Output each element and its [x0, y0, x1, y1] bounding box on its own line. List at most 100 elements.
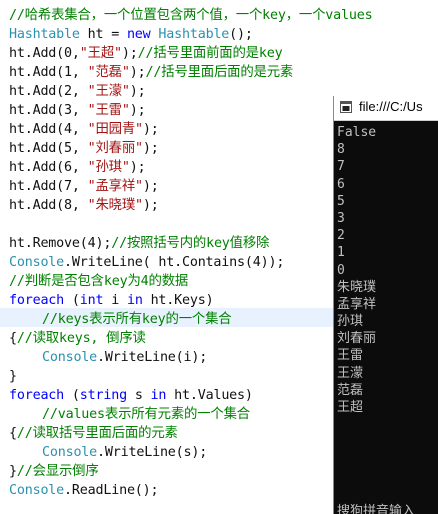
code-string: "王超"	[79, 46, 122, 61]
code-text: ();	[229, 27, 253, 42]
code-comment: //判断是否包含key为4的数据	[9, 274, 189, 289]
console-output-line: 8	[337, 142, 345, 158]
code-line-19: Console.WriteLine(i);	[42, 348, 207, 367]
code-text: ht.Add(2,	[9, 84, 88, 99]
code-string: "朱晓璞"	[87, 198, 143, 213]
ime-status-text: 搜狗拼音输入	[337, 503, 416, 514]
console-title-bar[interactable]: file:///C:/Us	[334, 96, 438, 121]
code-text: ht.Values)	[166, 388, 253, 403]
console-output-line: 王超	[337, 400, 364, 415]
code-line-4: ht.Add(1, "范磊");//括号里面后面的是元素	[9, 63, 293, 82]
code-keyword: in	[126, 293, 143, 308]
code-text: i	[103, 293, 127, 308]
code-line-2: Hashtable ht = new Hashtable();	[9, 25, 253, 44]
code-text: ht.Add(3,	[9, 103, 88, 118]
code-keyword: string	[79, 388, 127, 403]
code-comment: //keys表示所有key的一个集合	[42, 312, 232, 327]
code-line-3: ht.Add(0,"王超");//括号里面前面的是key	[9, 44, 283, 63]
code-text: );	[142, 141, 159, 156]
code-text: (	[64, 388, 80, 403]
code-string: "孟享祥"	[87, 179, 143, 194]
code-line-9: ht.Add(6, "孙琪");	[9, 158, 146, 177]
code-comment: //括号里面前面的是key	[137, 46, 283, 61]
console-output-line: 刘春丽	[337, 331, 377, 347]
code-text: ht.Add(1,	[9, 65, 88, 80]
code-type: Hashtable	[150, 27, 230, 42]
code-line-17: //keys表示所有key的一个集合	[42, 310, 232, 329]
code-type: Console	[9, 483, 65, 498]
code-comment: //按照括号内的key值移除	[111, 236, 270, 251]
code-string: "孙琪"	[87, 160, 130, 175]
code-text: );	[142, 198, 159, 213]
code-text: ht.Add(5,	[9, 141, 88, 156]
code-line-5: ht.Add(2, "王濛");	[9, 82, 146, 101]
code-text: .WriteLine( ht.Contains(4));	[64, 255, 285, 270]
code-text: }	[9, 464, 17, 479]
code-line-15: //判断是否包含key为4的数据	[9, 272, 188, 291]
code-line-22: //values表示所有元素的一个集合	[42, 405, 250, 424]
console-output-line: 王濛	[337, 365, 364, 381]
code-line-25: }//会显示倒序	[9, 462, 99, 481]
code-line-10: ht.Add(7, "孟享祥");	[9, 177, 159, 196]
code-text: }	[9, 369, 17, 384]
code-text: ht.Add(4,	[9, 122, 88, 137]
code-line-26: Console.ReadLine();	[9, 481, 159, 500]
code-comment: //读取keys, 倒序读	[16, 331, 146, 346]
code-text: ht.Keys)	[142, 293, 214, 308]
code-keyword: foreach	[9, 293, 65, 308]
code-line-6: ht.Add(3, "王雷");	[9, 101, 146, 120]
code-keyword: int	[79, 293, 104, 308]
code-line-7: ht.Add(4, "田园青");	[9, 120, 159, 139]
code-line-23: {//读取括号里面后面的元素	[9, 424, 178, 443]
code-comment: //values表示所有元素的一个集合	[42, 407, 250, 422]
console-title: file:///C:/Us	[359, 99, 423, 114]
console-window-icon	[340, 101, 352, 113]
code-text: .WriteLine(s);	[97, 445, 208, 460]
console-output-line: 7	[337, 159, 345, 175]
code-text: );	[142, 122, 159, 137]
code-text: ht.Remove(4);	[9, 236, 112, 251]
code-type: Console	[9, 255, 65, 270]
code-text: {	[9, 426, 17, 441]
code-comment: //会显示倒序	[16, 464, 99, 479]
code-keyword: foreach	[9, 388, 65, 403]
code-type: Console	[42, 350, 98, 365]
console-output-line: 孙琪	[337, 314, 364, 330]
code-comment: //读取括号里面后面的元素	[16, 426, 178, 441]
code-comment: //哈希表集合，一个位置包含两个值，一个key，一个values	[9, 8, 373, 23]
code-text: );	[129, 103, 146, 118]
console-window[interactable]: file:///C:/Us False 8 7 6 5 3 2 1 0 朱晓璞 孟享祥 孙琪 刘春丽 王雷…	[333, 96, 438, 514]
console-output-line: 5	[337, 193, 345, 209]
code-text: ht =	[79, 27, 127, 42]
console-output-line: 6	[337, 176, 345, 192]
code-line-21: foreach (string s in ht.Values)	[9, 386, 253, 405]
console-output: False 8 7 6 5 3 2 1 0 朱晓璞 孟享祥 孙琪 刘春丽 王雷 王濛 范磊 王超	[337, 124, 376, 416]
code-string: "王雷"	[87, 103, 130, 118]
code-text: );	[129, 160, 146, 175]
console-output-line: False	[337, 125, 377, 140]
code-type: Console	[42, 445, 98, 460]
console-output-line: 0	[337, 262, 345, 278]
code-keyword: new	[126, 27, 151, 42]
console-output-line: 2	[337, 228, 345, 244]
code-line-8: ht.Add(5, "刘春丽");	[9, 139, 159, 158]
code-string: "田园青"	[87, 122, 143, 137]
console-output-line: 王雷	[337, 348, 364, 364]
code-text: );	[121, 46, 138, 61]
console-output-line: 孟享祥	[337, 296, 377, 312]
code-text: ht.Add(8,	[9, 198, 88, 213]
console-output-line: 3	[337, 210, 345, 226]
code-line-14: Console.WriteLine( ht.Contains(4));	[9, 253, 284, 272]
code-text: ht.Add(6,	[9, 160, 88, 175]
code-text: );	[129, 65, 146, 80]
code-text: .ReadLine();	[64, 483, 159, 498]
code-line-16: foreach (int i in ht.Keys)	[9, 291, 214, 310]
code-type: Hashtable	[9, 27, 80, 42]
code-line-11: ht.Add(8, "朱晓璞");	[9, 196, 159, 215]
code-text: {	[9, 331, 17, 346]
code-text: .WriteLine(i);	[97, 350, 208, 365]
code-string: "刘春丽"	[87, 141, 143, 156]
console-output-line: 1	[337, 245, 345, 261]
code-line-18: {//读取keys, 倒序读	[9, 329, 146, 348]
code-text: ht.Add(0,	[9, 46, 80, 61]
